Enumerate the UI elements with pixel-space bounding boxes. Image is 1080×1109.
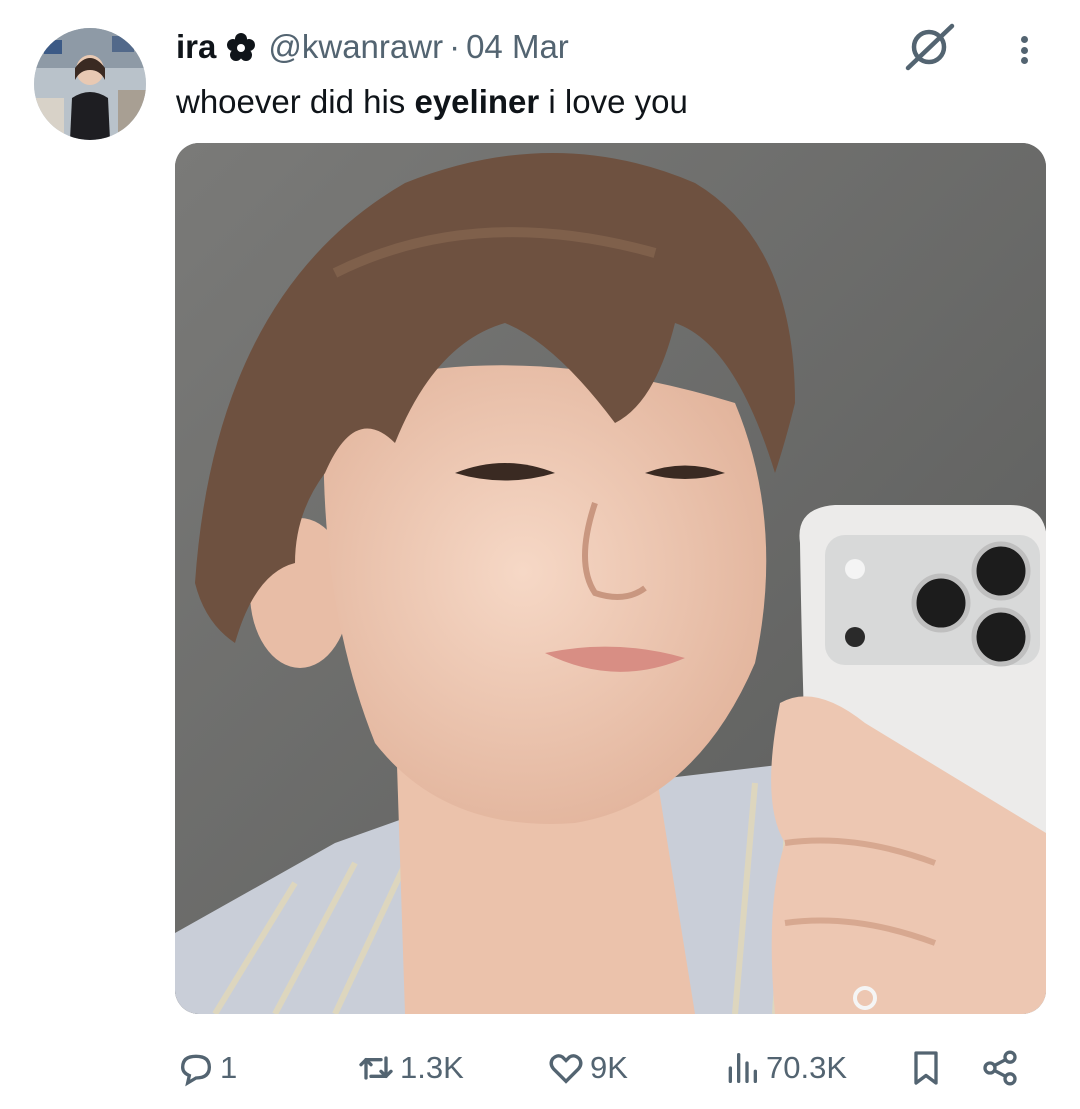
selfie-photo [175,143,1046,1014]
heart-icon [549,1054,583,1084]
share-icon [983,1050,1017,1086]
share-button[interactable] [980,1038,1020,1098]
repost-icon [359,1056,393,1080]
author-avatar[interactable] [34,28,146,140]
author-handle[interactable]: @kwanrawr [268,28,443,66]
views-button[interactable]: 70.3K [722,1038,847,1098]
tweet-text: whoever did his eyeliner i love you [176,83,688,120]
separator-dot: · [449,28,461,65]
like-count: 9K [590,1050,628,1085]
reply-count: 1 [220,1050,238,1085]
tweet-action-bar: 1 1.3K 9K 70.3K [0,1038,1080,1098]
more-options-icon[interactable] [1004,30,1044,70]
tweet-media-image[interactable] [175,143,1046,1014]
bookmark-icon [914,1051,938,1085]
bold-text: eyeliner [414,83,540,120]
avatar-image [34,28,146,140]
author-display-name[interactable]: ira [176,28,216,66]
like-button[interactable]: 9K [546,1038,628,1098]
tweet-date[interactable]: 04 Mar [466,28,569,66]
reply-icon [180,1054,212,1087]
flower-icon [227,33,256,61]
bookmark-button[interactable] [906,1038,946,1098]
repost-button[interactable]: 1.3K [356,1038,464,1098]
views-chart-icon [728,1053,757,1083]
reply-button[interactable]: 1 [176,1038,237,1098]
tweet-header: ira @kwanrawr · 04 Mar [176,26,569,68]
repost-count: 1.3K [400,1050,464,1085]
view-count: 70.3K [766,1050,848,1085]
grok-icon[interactable] [902,22,956,72]
